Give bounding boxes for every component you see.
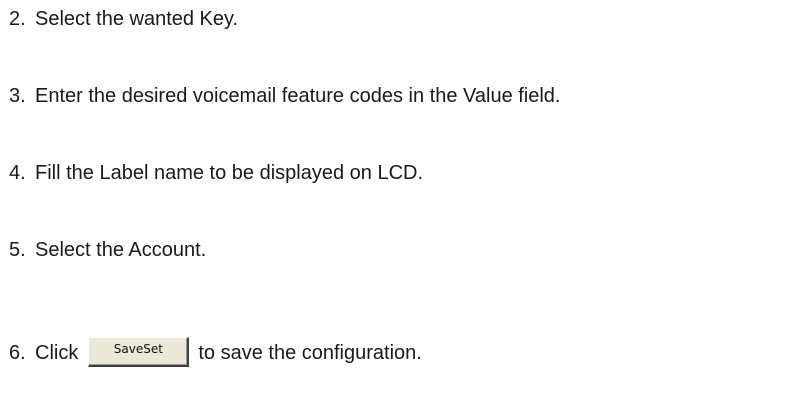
step-text: Select the Account. [35, 239, 207, 261]
step-5: 5. Select the Account. [9, 238, 206, 262]
step-text-before: Click [35, 342, 79, 364]
step-6: 6. Click SaveSet to save the configuration. [9, 337, 422, 376]
step-number: 4. [9, 162, 26, 184]
saveset-button[interactable]: SaveSet [88, 337, 190, 367]
step-number: 6. [9, 342, 26, 364]
step-2: 2. Select the wanted Key. [9, 7, 238, 31]
step-text: Select the wanted Key. [35, 8, 239, 30]
step-text: Enter the desired voicemail feature code… [35, 85, 561, 107]
step-number: 5. [9, 239, 26, 261]
step-number: 3. [9, 85, 26, 107]
step-4: 4. Fill the Label name to be displayed on… [9, 161, 423, 185]
step-text: Fill the Label name to be displayed on L… [35, 162, 424, 184]
step-text-after: to save the configuration. [198, 342, 422, 364]
step-3: 3. Enter the desired voicemail feature co… [9, 84, 561, 108]
step-number: 2. [9, 8, 26, 30]
